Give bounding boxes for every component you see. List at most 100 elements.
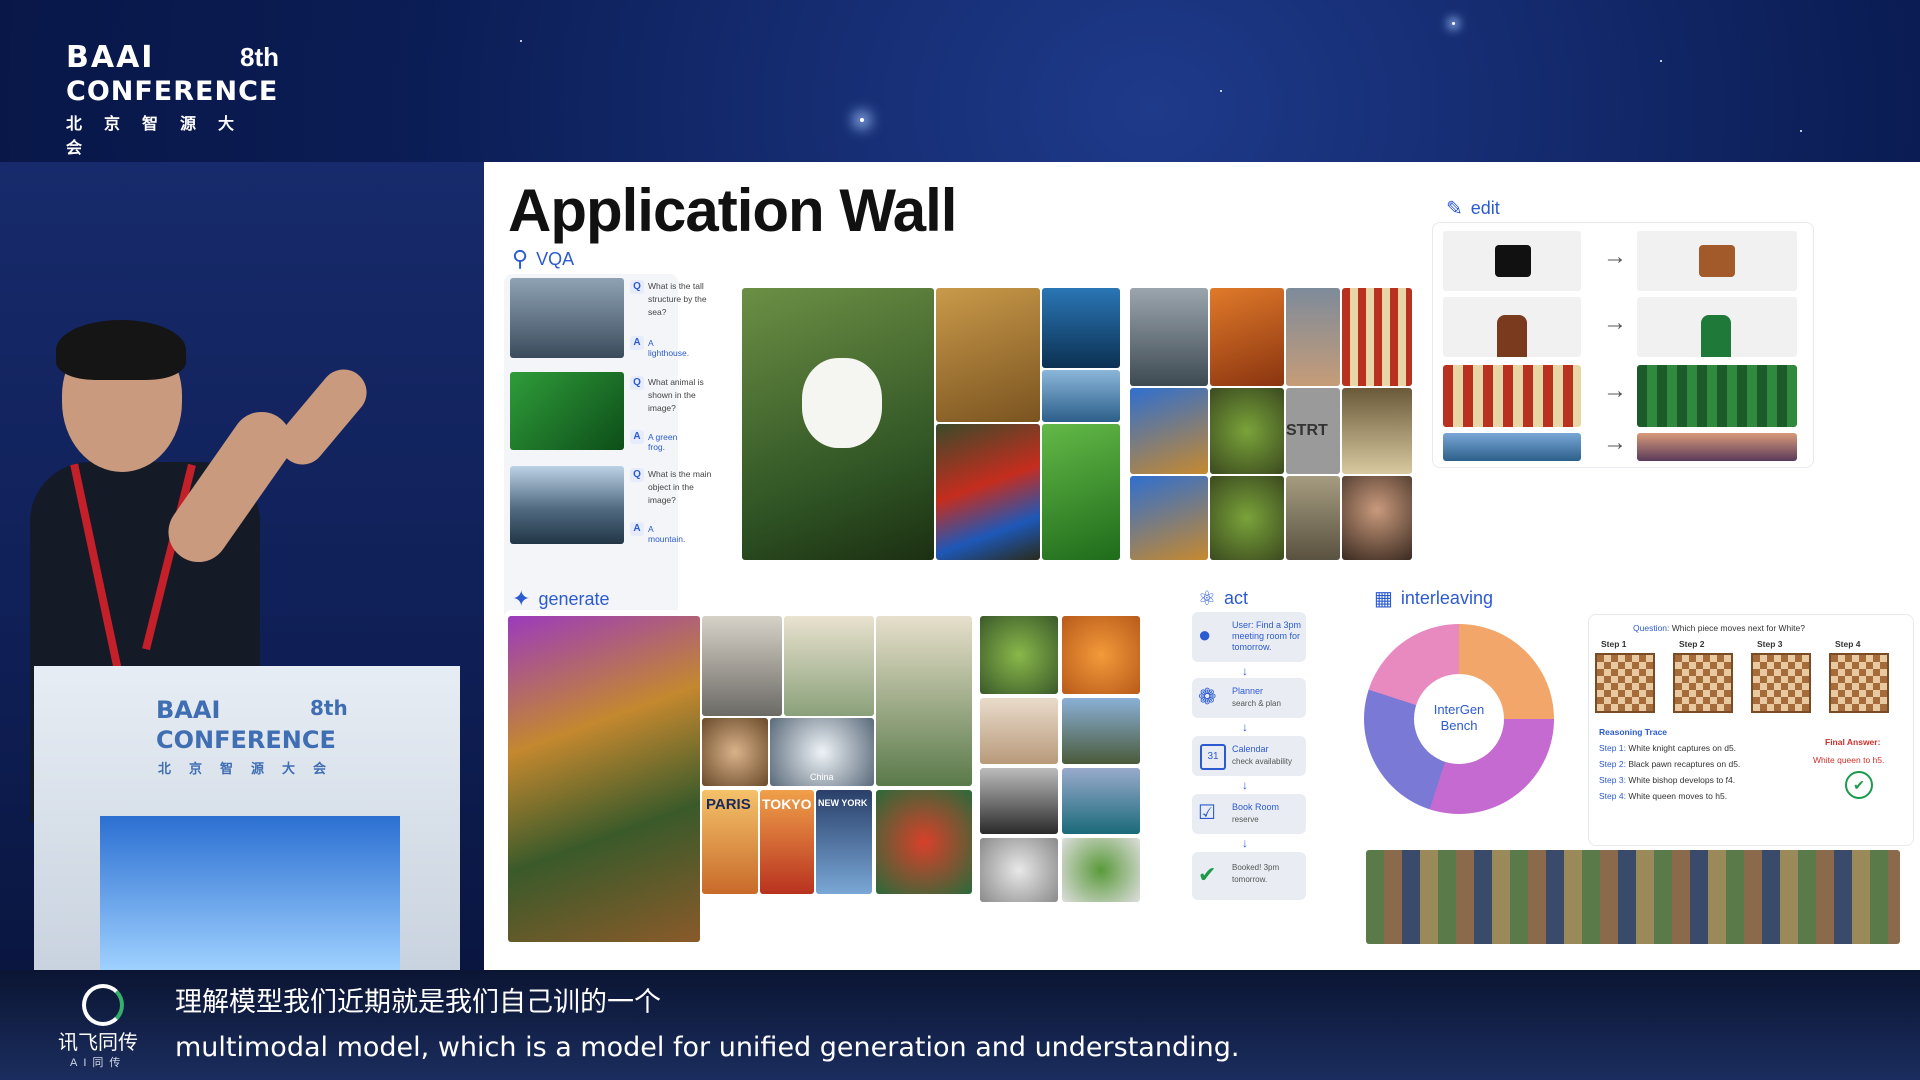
- grid-chick-2: [1286, 476, 1340, 560]
- act-step-detail: reserve: [1232, 815, 1259, 824]
- gen-pastry-image: [1062, 616, 1140, 694]
- question-marker: Q: [630, 376, 644, 390]
- calendar-icon: 31: [1200, 744, 1226, 770]
- edit-before-bag: [1443, 231, 1581, 291]
- act-step-title: Calendar: [1232, 744, 1269, 754]
- brain-icon: ❁: [1198, 684, 1217, 709]
- question-line: Question: Which piece moves next for Whi…: [1633, 623, 1805, 633]
- edit-after-lake: [1637, 433, 1797, 461]
- vqa-label-text: VQA: [536, 248, 575, 269]
- brand-name: 讯飞同传: [58, 1032, 138, 1054]
- act-step-detail: search & plan: [1232, 699, 1281, 708]
- act-step-detail: check availability: [1232, 757, 1293, 766]
- iflytek-logo-icon: [82, 984, 124, 1026]
- interleaving-label-text: interleaving: [1400, 588, 1493, 608]
- reasoning-step: Step 1:: [1599, 743, 1626, 753]
- arrow-down-icon: ↓: [1242, 720, 1248, 734]
- generate-panel: China PARIS TOKYO NEW YORK: [504, 610, 1144, 942]
- arrow-right-icon: →: [1603, 429, 1627, 456]
- gen-house-image: [1062, 698, 1140, 764]
- star-decoration: [1220, 90, 1222, 92]
- arrow-down-icon: ↓: [1242, 664, 1248, 678]
- chessboard-step3: [1751, 653, 1811, 713]
- arrow-down-icon: ↓: [1242, 778, 1248, 792]
- reasoning-line: Step 2: Black pawn recaptures on d5.: [1599, 759, 1740, 769]
- logo-conference: CONFERENCE: [66, 76, 279, 107]
- step-label: Step 4: [1835, 639, 1861, 649]
- arrow-right-icon: →: [1603, 309, 1627, 336]
- mountain-image: [510, 466, 624, 544]
- gen-snowglobe-image: China: [770, 718, 874, 786]
- gen-car2-image: [1062, 768, 1140, 834]
- star-decoration: [860, 118, 864, 122]
- question-marker: Q: [630, 280, 644, 294]
- act-step-book: ☑ Book Room reserve: [1192, 794, 1306, 834]
- presentation-slide: Application Wall ⚲ VQA Q What is the tal…: [484, 162, 1920, 970]
- vqa-answer: A green frog.: [648, 432, 678, 452]
- subtitle-english: multimodal model, which is a model for u…: [175, 1032, 1240, 1063]
- chessboard-step1: [1595, 653, 1655, 713]
- edit-before-lake: [1443, 433, 1581, 461]
- reasoning-step: Step 4:: [1599, 791, 1626, 801]
- reasoning-step: Step 3:: [1599, 775, 1626, 785]
- frog-image: [510, 372, 624, 450]
- arrow-right-icon: →: [1603, 377, 1627, 404]
- star-decoration: [1800, 130, 1802, 132]
- grid-beach: [1286, 288, 1340, 386]
- logo-baai: BAAI: [66, 40, 155, 75]
- grid-teddy-1: [1130, 388, 1208, 474]
- edit-before-sofa: [1443, 365, 1581, 427]
- section-generate-label: ✦ generate: [512, 586, 610, 612]
- intergen-subtitle: Bench: [1440, 718, 1478, 733]
- brand-subtitle: AI同传: [70, 1057, 127, 1069]
- podium-logo-edition: 8th: [310, 696, 348, 720]
- logo-edition: 8th: [240, 42, 279, 72]
- grid-bear-painting: [1210, 288, 1284, 386]
- check-circle-icon: ✔: [1845, 771, 1873, 799]
- generate-label-text: generate: [538, 588, 610, 609]
- gen-avocado-chair: [980, 616, 1058, 694]
- podium-screen: [100, 816, 400, 970]
- section-edit-label: ✎ edit: [1446, 196, 1500, 221]
- edit-after-woman: [1637, 297, 1797, 357]
- reasoning-text: White bishop develops to f4.: [1628, 775, 1736, 785]
- vqa-question: What is the main object in the image?: [648, 469, 712, 505]
- grid-strt-text: STRT: [1286, 388, 1340, 474]
- section-vqa-label: ⚲ VQA: [512, 246, 574, 272]
- logo-chinese: 北京智源大会: [66, 116, 257, 157]
- grid-avocado-chair-2: [1210, 476, 1284, 560]
- intergen-wheel: InterGen Bench: [1364, 624, 1554, 814]
- gen-poster-tokyo: TOKYO: [760, 790, 814, 894]
- agent-icon: ⚛: [1198, 588, 1216, 610]
- chessboard-step2: [1673, 653, 1733, 713]
- search-icon: ⚲: [512, 246, 529, 271]
- act-step-calendar: 31 Calendar check availability: [1192, 736, 1306, 776]
- podium: BAAI 8th CONFERENCE 北京智源大会: [34, 666, 460, 970]
- vqa-question: What animal is shown in the image?: [648, 377, 704, 413]
- act-step-planner: ❁ Planner search & plan: [1192, 678, 1306, 718]
- shark-image: [1042, 288, 1120, 368]
- chessboard-step4: [1829, 653, 1889, 713]
- answer-marker: A: [630, 336, 644, 350]
- final-answer-label: Final Answer:: [1825, 737, 1881, 747]
- podium-logo-baai: BAAI: [156, 696, 221, 724]
- act-panel: ● User: Find a 3pm meeting room for tomo…: [1184, 612, 1314, 942]
- snowglobe-label: China: [810, 772, 834, 782]
- gen-plant-image: [1062, 838, 1140, 902]
- gen-ink-landscape-1: [784, 616, 874, 716]
- edit-after-bag: [1637, 231, 1797, 291]
- reasoning-step: Step 2:: [1599, 759, 1626, 769]
- lighthouse-image: [510, 278, 624, 358]
- act-step-booked: ✔ Booked! 3pm tomorrow.: [1192, 852, 1306, 900]
- event-logo: BAAI 8th CONFERENCE 北京智源大会: [66, 40, 286, 157]
- act-step-title: Book Room: [1232, 802, 1280, 812]
- act-step-title: Booked! 3pm tomorrow.: [1232, 863, 1280, 884]
- dog-image: [936, 288, 1040, 422]
- speaker-hand: [270, 360, 376, 474]
- grid-teddy-2: [1130, 476, 1208, 560]
- slide-title: Application Wall: [508, 177, 957, 244]
- intergen-center: InterGen Bench: [1414, 674, 1504, 764]
- speaker-video: BAAI 8th CONFERENCE 北京智源大会: [0, 162, 484, 970]
- final-answer-text: White queen to h5.: [1813, 755, 1885, 765]
- section-act-label: ⚛ act: [1198, 586, 1248, 611]
